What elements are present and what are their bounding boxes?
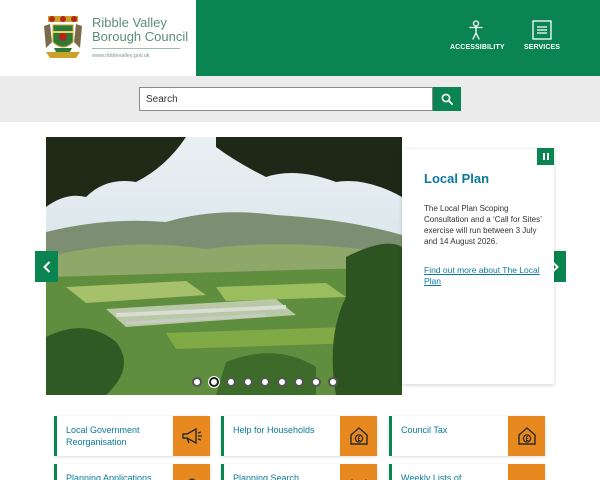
council-name: Ribble Valley Borough Council	[92, 15, 189, 44]
tile-label: Help for Households	[233, 425, 315, 435]
slide-title: Local Plan	[424, 171, 490, 186]
search-button[interactable]	[433, 87, 461, 111]
accessibility-button[interactable]: ACCESSIBILITY	[450, 20, 505, 60]
tile-label: Weekly Lists of	[401, 473, 462, 480]
tile-label: Planning Search	[233, 473, 300, 480]
site-header: Ribble Valley Borough Council www.ribble…	[0, 0, 600, 76]
carousel-dot-9[interactable]	[328, 377, 338, 387]
tile-council-tax[interactable]: Council Tax	[389, 416, 545, 456]
chevron-left-icon	[42, 260, 50, 273]
council-url: www.ribblevalley.gov.uk	[92, 53, 150, 59]
tile-label: Local Government Reorganisation	[66, 425, 140, 447]
search-input[interactable]	[139, 87, 433, 111]
logo-divider	[92, 48, 180, 49]
carousel-pause-button[interactable]	[537, 148, 554, 165]
carousel-dot-3[interactable]	[226, 377, 236, 387]
accessibility-label: ACCESSIBILITY	[450, 44, 505, 51]
planning-icon	[187, 478, 196, 480]
carousel-dot-8[interactable]	[311, 377, 321, 387]
list-icon	[517, 475, 537, 480]
search-icon	[441, 93, 453, 105]
council-logo-link[interactable]: Ribble Valley Borough Council www.ribble…	[0, 0, 196, 76]
menu-icon	[532, 20, 552, 40]
carousel-dot-7[interactable]	[294, 377, 304, 387]
slide-caption-panel: Local Plan The Local Plan Scoping Consul…	[402, 149, 554, 384]
carousel-dot-4[interactable]	[243, 377, 253, 387]
services-button[interactable]: SERVICES	[522, 20, 562, 60]
slide-link[interactable]: Find out more about The Local Plan	[424, 265, 542, 287]
person-icon	[469, 20, 483, 40]
carousel-image	[46, 137, 402, 395]
tile-label: Council Tax	[401, 425, 448, 435]
carousel-dot-5[interactable]	[260, 377, 270, 387]
carousel-prev-button[interactable]	[35, 251, 58, 282]
tile-planning-applications[interactable]: Planning Applications	[54, 464, 210, 480]
coat-of-arms-icon	[44, 16, 82, 58]
carousel-dot-6[interactable]	[277, 377, 287, 387]
house-pound-icon	[349, 427, 368, 445]
carousel-dots	[192, 377, 338, 387]
tile-planning-search[interactable]: Planning Search	[221, 464, 377, 480]
landscape-photo	[46, 137, 402, 395]
carousel-dot-1[interactable]	[192, 377, 202, 387]
house-pound-icon	[517, 427, 536, 445]
tile-label: Planning Applications	[66, 473, 152, 480]
megaphone-icon	[181, 427, 202, 445]
pause-icon	[542, 153, 545, 160]
tile-weekly-lists[interactable]: Weekly Lists of	[389, 464, 545, 480]
tile-help-for-households[interactable]: Help for Households	[221, 416, 377, 456]
search-bar	[0, 76, 600, 122]
slide-text: The Local Plan Scoping Consultation and …	[424, 204, 542, 246]
tile-local-government-reorganisation[interactable]: Local Government Reorganisation	[54, 416, 210, 456]
search-map-icon	[350, 479, 367, 480]
carousel-dot-2[interactable]	[209, 377, 219, 387]
services-label: SERVICES	[523, 44, 561, 51]
